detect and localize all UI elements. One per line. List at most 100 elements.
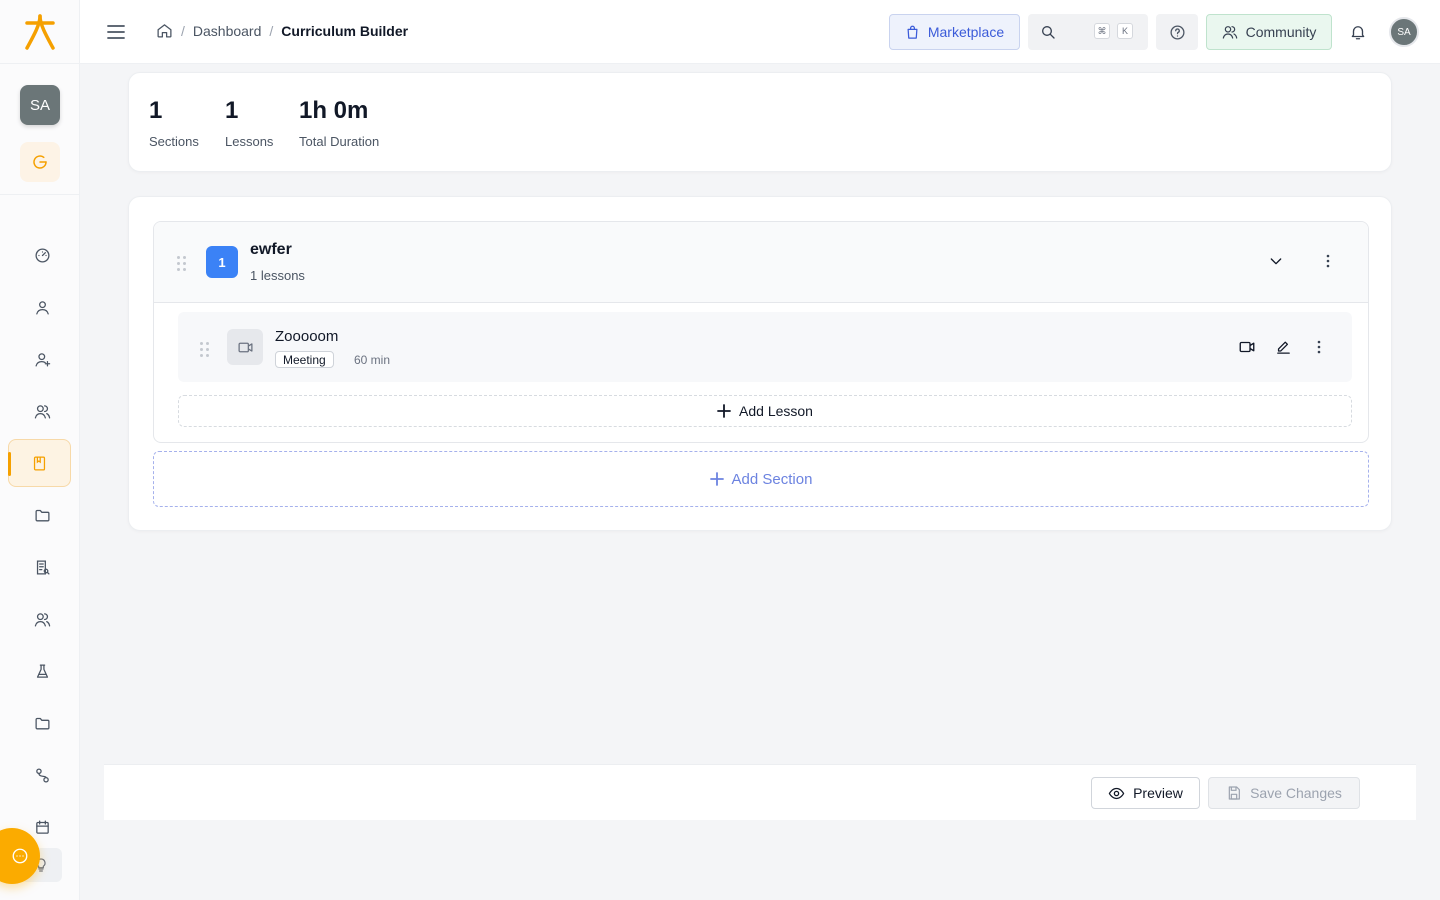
help-circle-icon <box>1169 24 1185 40</box>
refresh-icon <box>33 155 47 169</box>
logo-icon <box>25 13 55 50</box>
sidebar-item-profile[interactable] <box>22 287 62 327</box>
section-item: 1 ewfer 1 lessons Zooooom Meeting 60 min <box>153 221 1369 443</box>
home-icon <box>157 24 172 38</box>
sidebar-item-reports[interactable] <box>22 547 62 587</box>
lesson-item[interactable]: Zooooom Meeting 60 min <box>178 312 1352 382</box>
dashboard-gauge-icon <box>34 247 50 263</box>
community-button[interactable]: Community <box>1206 14 1332 50</box>
sidebar-item-workflow[interactable] <box>22 755 62 795</box>
avatar-initials: SA <box>29 96 50 114</box>
search-icon <box>1042 26 1055 39</box>
marketplace-button[interactable]: Marketplace <box>889 14 1020 50</box>
lesson-title: Zooooom <box>275 328 339 345</box>
shopping-bag-icon <box>907 25 918 39</box>
lesson-duration: 60 min <box>354 353 391 367</box>
curriculum-builder-card: 1 ewfer 1 lessons Zooooom Meeting 60 min <box>128 196 1392 531</box>
stat-total-duration: 1h 0m Total Duration <box>299 97 379 149</box>
flask-icon <box>36 663 48 678</box>
book-icon <box>33 455 46 471</box>
community-icon <box>1222 26 1237 39</box>
action-footer: Preview Save Changes <box>104 764 1416 820</box>
preview-button[interactable]: Preview <box>1091 777 1200 809</box>
sidebar-item-groups[interactable] <box>22 599 62 639</box>
sidebar-item-dashboard[interactable] <box>22 235 62 275</box>
bell-icon <box>1351 26 1365 40</box>
stat-lessons: 1 Lessons <box>225 97 273 149</box>
add-section-label: Add Section <box>731 470 813 488</box>
folder-icon <box>34 717 50 729</box>
stat-label: Sections <box>149 134 199 149</box>
sidebar-divider <box>0 194 80 195</box>
section-title: ewfer <box>250 241 292 258</box>
user-icon <box>35 300 49 315</box>
top-header: / Dashboard / Curriculum Builder Marketp… <box>80 0 1440 64</box>
marketplace-label: Marketplace <box>927 24 1005 40</box>
lesson-more-button[interactable] <box>1307 335 1331 359</box>
stat-value: 1h 0m <box>299 97 369 124</box>
more-vertical-icon <box>1326 254 1330 268</box>
save-icon <box>1228 786 1241 800</box>
workflow-icon <box>35 767 49 783</box>
lesson-type-icon <box>227 329 263 365</box>
breadcrumb-separator: / <box>269 22 274 39</box>
search-button[interactable]: ⌘ K <box>1028 14 1148 50</box>
section-header[interactable]: 1 ewfer 1 lessons <box>154 222 1368 303</box>
breadcrumb: / Dashboard / Curriculum Builder <box>156 22 408 39</box>
section-number-badge: 1 <box>206 246 238 278</box>
sidebar-item-labs[interactable] <box>22 651 62 691</box>
sync-button[interactable] <box>20 142 60 182</box>
lesson-type-badge: Meeting <box>275 351 334 368</box>
sidebar-avatar[interactable]: SA <box>20 85 60 125</box>
calendar-icon <box>35 819 49 834</box>
sidebar-item-curriculum[interactable] <box>8 439 71 487</box>
drag-handle-icon[interactable] <box>200 342 209 357</box>
kbd-k: K <box>1117 23 1133 39</box>
add-lesson-label: Add Lesson <box>739 403 813 419</box>
report-icon <box>36 559 50 575</box>
plus-icon <box>709 472 724 486</box>
group-icon <box>34 612 50 627</box>
lesson-video-button[interactable] <box>1235 335 1259 359</box>
stat-value: 1 <box>225 97 239 124</box>
app-logo[interactable] <box>0 0 80 64</box>
section-more-button[interactable] <box>1316 249 1340 273</box>
stat-value: 1 <box>149 97 163 124</box>
collapse-section-button[interactable] <box>1264 249 1288 273</box>
edit-lesson-button[interactable] <box>1271 335 1295 359</box>
sidebar-item-users[interactable] <box>22 391 62 431</box>
notifications-button[interactable] <box>1346 20 1370 44</box>
user-avatar[interactable]: SA <box>1389 17 1419 47</box>
community-label: Community <box>1245 24 1317 40</box>
add-section-button[interactable]: Add Section <box>153 451 1369 507</box>
kbd-cmd: ⌘ <box>1094 23 1110 39</box>
sidebar-item-files[interactable] <box>22 495 62 535</box>
video-icon <box>237 342 253 352</box>
folder-icon <box>34 509 50 521</box>
pencil-icon <box>1276 341 1290 354</box>
breadcrumb-separator: / <box>181 22 185 39</box>
drag-handle-icon[interactable] <box>177 256 186 271</box>
chat-icon <box>12 848 28 864</box>
user-add-icon <box>34 352 50 367</box>
home-link[interactable] <box>156 22 173 39</box>
help-button[interactable] <box>1156 14 1198 50</box>
video-icon <box>1239 341 1255 353</box>
stat-label: Total Duration <box>299 134 380 149</box>
eye-icon <box>1108 787 1125 799</box>
stat-sections: 1 Sections <box>149 97 199 149</box>
sidebar-item-folders[interactable] <box>22 703 62 743</box>
sidebar-item-add-user[interactable] <box>22 339 62 379</box>
plus-icon <box>717 404 731 418</box>
stat-label: Lessons <box>225 134 274 149</box>
menu-toggle-button[interactable] <box>104 20 128 44</box>
add-lesson-button[interactable]: Add Lesson <box>178 395 1352 427</box>
breadcrumb-dashboard-link[interactable]: Dashboard <box>193 23 262 39</box>
save-changes-button[interactable]: Save Changes <box>1208 777 1360 809</box>
preview-label: Preview <box>1133 785 1183 801</box>
avatar-initials: SA <box>1397 26 1411 38</box>
sidebar: SA <box>0 0 80 900</box>
breadcrumb-current: Curriculum Builder <box>281 22 409 39</box>
section-lesson-count: 1 lessons <box>250 268 305 283</box>
more-vertical-icon <box>1317 340 1321 354</box>
